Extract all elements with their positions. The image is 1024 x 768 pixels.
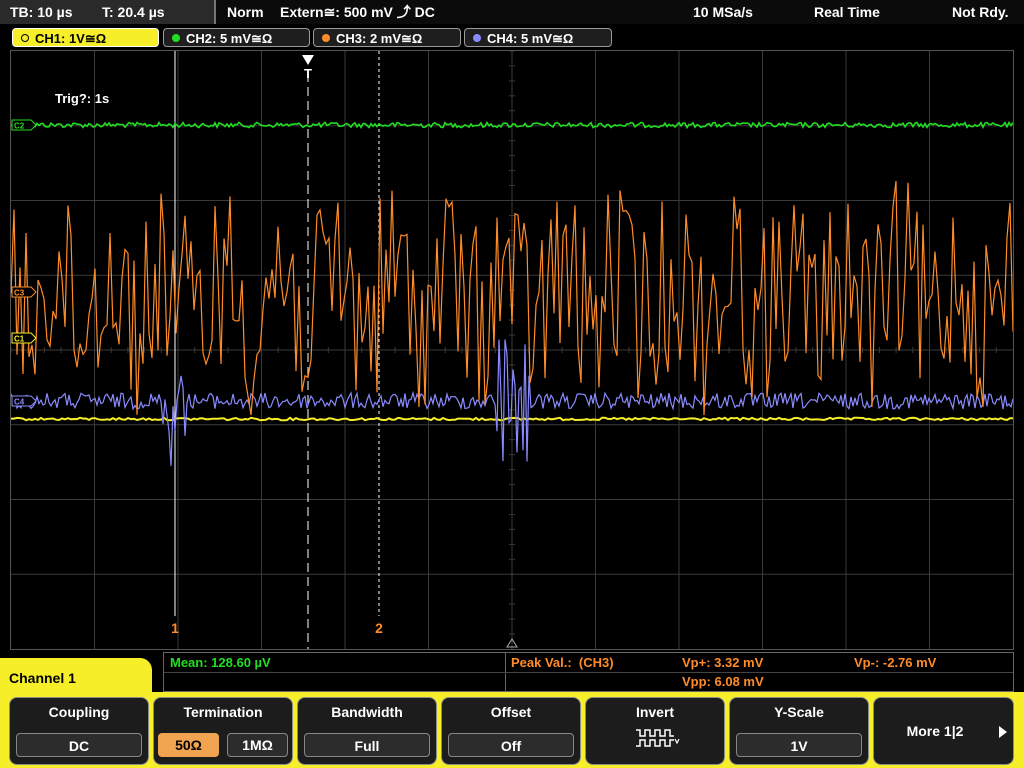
channel-dot-icon — [21, 34, 29, 42]
trigger-mode[interactable]: Norm — [227, 0, 264, 24]
vp-minus-measurement: Vp-: -2.76 mV — [854, 655, 937, 670]
bandwidth-title: Bandwidth — [331, 704, 403, 720]
yscale-title: Y-Scale — [774, 704, 824, 720]
channel-marker-ch3: C3 — [11, 286, 37, 298]
coupling-value[interactable]: DC — [16, 733, 142, 757]
cursor-1-label: 1 — [171, 620, 179, 636]
yscale-value[interactable]: 1V — [736, 733, 862, 757]
trigger-time-readout: T: 20.4 µs — [102, 4, 165, 20]
measurement-readout: Mean: 128.60 µV Peak Val.: (CH3) Vp+: 3.… — [163, 652, 1014, 692]
invert-title: Invert — [635, 704, 675, 720]
channel-marker-ch4: C4 — [11, 395, 37, 407]
sample-rate: 10 MSa/s — [693, 4, 753, 20]
timebase-panel[interactable]: TB: 10 µs T: 20.4 µs — [0, 0, 216, 24]
channel-tab-ch3[interactable]: CH3: 2 mV≅Ω — [313, 28, 461, 47]
channel-marker-ch1: C1 — [11, 332, 37, 344]
mean-measurement: Mean: 128.60 µV — [170, 655, 271, 670]
termination-title: Termination — [183, 704, 263, 720]
trigger-source[interactable]: Extern≅: 500 mV ⤴ DC — [280, 0, 435, 24]
cursor-2-label: 2 — [375, 620, 383, 636]
coupling-softkey[interactable]: Coupling DC — [9, 697, 149, 765]
waveform-canvas: C2 C3 C1 C4 Trig?: 1s T 1 2 — [11, 51, 1013, 649]
arrow-right-icon — [999, 726, 1007, 738]
bandwidth-softkey[interactable]: Bandwidth Full — [297, 697, 437, 765]
offset-title: Offset — [490, 704, 532, 720]
trigger-status: Trig?: 1s — [55, 91, 109, 106]
channel-tab-ch2[interactable]: CH2: 5 mV≅Ω — [163, 28, 310, 47]
trigger-position-label: T — [304, 66, 312, 81]
bandwidth-value[interactable]: Full — [304, 733, 430, 757]
acquisition-state: Not Rdy. — [952, 4, 1009, 20]
trigger-arrow-icon — [302, 55, 314, 65]
yscale-softkey[interactable]: Y-Scale 1V — [729, 697, 869, 765]
channel-marker-label: C3 — [14, 289, 25, 298]
channel-dot-icon — [473, 34, 481, 42]
channel-marker-label: C1 — [14, 335, 25, 344]
channel-tab-label: CH1: 1V≅Ω — [35, 31, 107, 46]
peak-measurement-label: Peak Val.: (CH3) — [511, 655, 614, 670]
channel-tab-label: CH2: 5 mV≅Ω — [186, 31, 273, 46]
termination-50ohm-option[interactable]: 50Ω — [158, 733, 219, 757]
offset-softkey[interactable]: Offset Off — [441, 697, 581, 765]
invert-waveform-icon — [636, 729, 680, 747]
coupling-title: Coupling — [48, 704, 110, 720]
waveform-display[interactable]: C2 C3 C1 C4 Trig?: 1s T 1 2 — [10, 50, 1014, 650]
invert-softkey[interactable]: Invert — [585, 697, 725, 765]
channel-marker-ch2: C2 — [11, 119, 37, 131]
termination-1mohm-option[interactable]: 1MΩ — [227, 733, 288, 757]
channel-dot-icon — [172, 34, 180, 42]
channel-dot-icon — [322, 34, 330, 42]
channel-tab-label: CH3: 2 mV≅Ω — [336, 31, 423, 46]
status-bar: TB: 10 µs T: 20.4 µs Norm Extern≅: 500 m… — [0, 0, 1024, 24]
channel-marker-label: C2 — [14, 122, 25, 131]
more-label: More 1|2 — [906, 723, 964, 739]
termination-softkey[interactable]: Termination 50Ω 1MΩ — [153, 697, 293, 765]
more-softkey[interactable]: More 1|2 — [873, 697, 1014, 765]
vp-plus-measurement: Vp+: 3.32 mV — [682, 655, 764, 670]
channel-tab-ch1[interactable]: CH1: 1V≅Ω — [12, 28, 159, 47]
channel-tab-ch4[interactable]: CH4: 5 mV≅Ω — [464, 28, 612, 47]
vpp-measurement: Vpp: 6.08 mV — [682, 674, 764, 689]
timebase-readout: TB: 10 µs — [10, 4, 73, 20]
graticule-grid — [11, 51, 1013, 649]
offset-value[interactable]: Off — [448, 733, 574, 757]
channel-marker-label: C4 — [14, 398, 25, 407]
channel-tab-label: CH4: 5 mV≅Ω — [487, 31, 574, 46]
acquisition-mode: Real Time — [814, 4, 880, 20]
